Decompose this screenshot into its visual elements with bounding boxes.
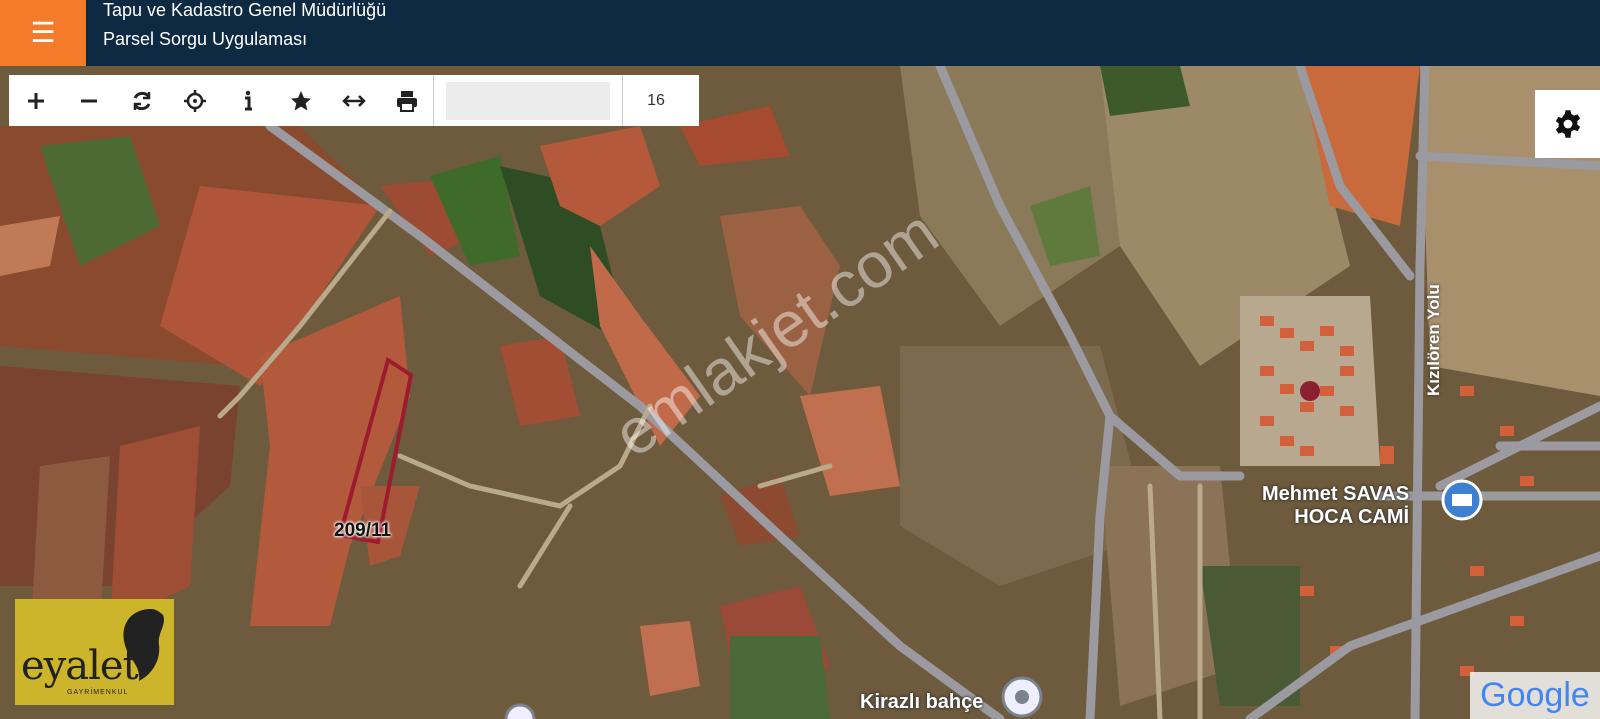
map-toolbar: 16 xyxy=(9,75,699,126)
zoom-out-button[interactable] xyxy=(62,75,115,126)
crosshair-icon xyxy=(183,89,206,112)
place-label-bottom: Kirazlı bahçe xyxy=(860,691,984,713)
measure-button[interactable] xyxy=(327,75,380,126)
poi-label-line1: Mehmet SAVAS xyxy=(1262,483,1410,505)
menu-button[interactable]: ☰ xyxy=(0,0,86,66)
map-imagery xyxy=(0,66,1600,719)
favorite-button[interactable] xyxy=(274,75,327,126)
app-titles: Tapu ve Kadastro Genel Müdürlüğü Parsel … xyxy=(103,0,386,54)
logo-subtitle: GAYRİMENKUL xyxy=(67,689,129,696)
settings-button[interactable] xyxy=(1535,90,1600,158)
satellite-map[interactable]: emlakjet.com 209/11 Mehmet SAVAS HOCA CA… xyxy=(0,66,1600,719)
plus-icon xyxy=(27,92,44,109)
gear-icon xyxy=(1555,110,1580,138)
hamburger-icon: ☰ xyxy=(30,17,56,48)
info-button[interactable] xyxy=(221,75,274,126)
toolbar-divider xyxy=(433,75,434,126)
star-icon xyxy=(290,90,311,110)
locate-button[interactable] xyxy=(168,75,221,126)
arrows-horizontal-icon xyxy=(341,94,366,107)
print-button[interactable] xyxy=(380,75,433,126)
brand-logo: eyalet GAYRİMENKUL xyxy=(15,599,174,705)
google-word: Google xyxy=(1480,676,1590,714)
logo-word: eyalet xyxy=(21,643,139,689)
search-input[interactable] xyxy=(446,81,610,120)
zoom-in-button[interactable] xyxy=(9,75,62,126)
road-label: Kızılören Yolu xyxy=(1424,284,1443,396)
refresh-icon xyxy=(133,91,150,110)
poi-label-line2: HOCA CAMİ xyxy=(1294,506,1410,528)
zoom-level: 16 xyxy=(622,75,689,126)
org-name: Tapu ve Kadastro Genel Müdürlüğü xyxy=(103,0,387,20)
printer-icon xyxy=(396,90,417,112)
app-header: ☰ Tapu ve Kadastro Genel Müdürlüğü Parse… xyxy=(0,0,1600,66)
minus-icon xyxy=(80,99,97,102)
info-icon xyxy=(244,90,252,110)
app-name: Parsel Sorgu Uygulaması xyxy=(103,29,308,49)
poi-label-mosque[interactable]: Mehmet SAVAS HOCA CAMİ xyxy=(1262,483,1409,529)
google-attribution: Google xyxy=(1470,672,1600,719)
parcel-label[interactable]: 209/11 xyxy=(334,520,391,542)
refresh-button[interactable] xyxy=(115,75,168,126)
